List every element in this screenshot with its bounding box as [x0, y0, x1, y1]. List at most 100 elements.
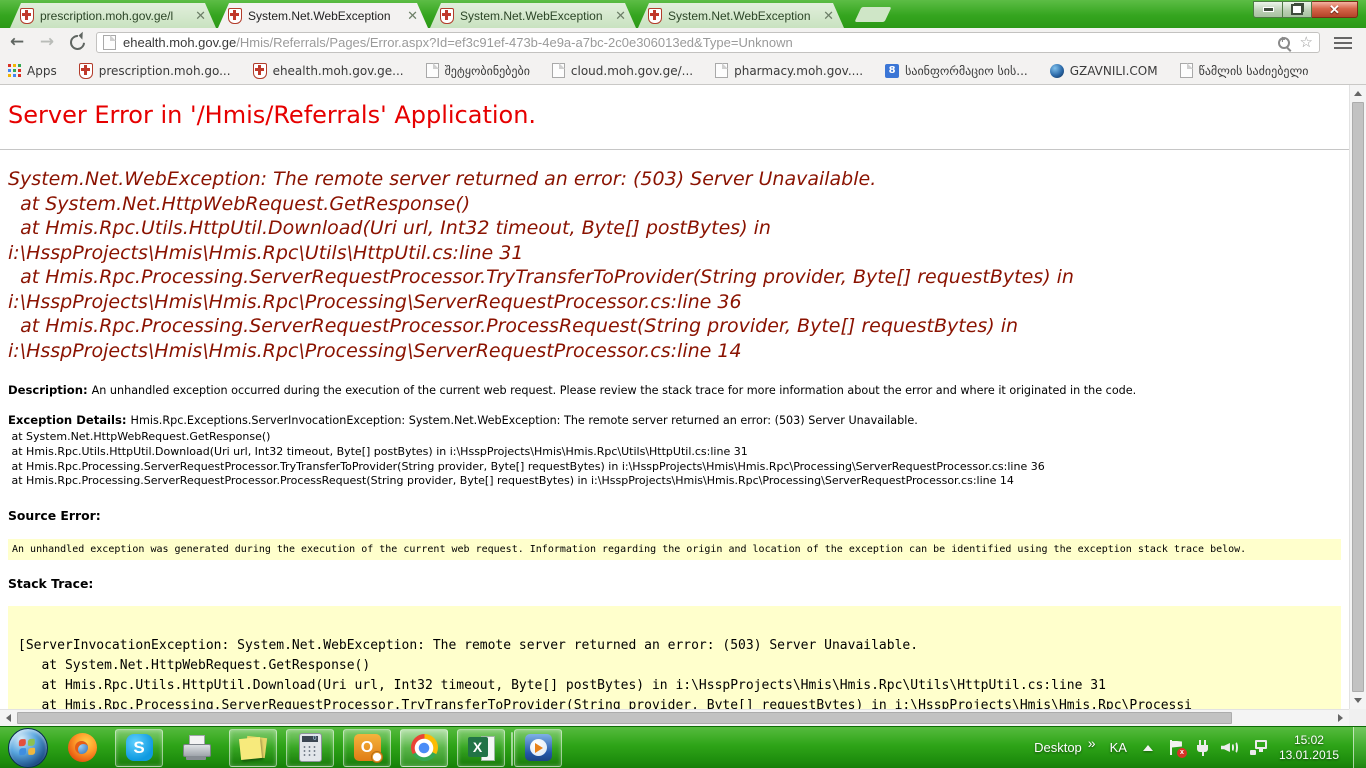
back-button[interactable]: ← — [4, 31, 30, 55]
dark-globe-favicon — [1050, 64, 1064, 78]
exception-message: System.Net.WebException: The remote serv… — [8, 167, 1341, 363]
action-center-flag-icon[interactable]: x — [1169, 740, 1184, 756]
show-hidden-icons-arrow[interactable] — [1143, 745, 1153, 751]
stack-line: at System.Net.HttpWebRequest.GetResponse… — [8, 430, 1341, 445]
scroll-right-arrow[interactable] — [1338, 714, 1343, 722]
tab-prescription[interactable]: prescription.moh.gov.ge/l ✕ — [10, 3, 216, 28]
vertical-scrollbar[interactable] — [1349, 85, 1366, 709]
description-row: Description:An unhandled exception occur… — [8, 383, 1341, 397]
tab-close-icon[interactable]: ✕ — [193, 9, 208, 22]
vertical-scroll-thumb[interactable] — [1352, 102, 1364, 692]
bookmark-prescription[interactable]: prescription.moh.go... — [79, 63, 231, 79]
remove-hardware-plug-icon[interactable] — [1196, 740, 1209, 756]
scrollbar-corner — [1349, 709, 1366, 726]
printer-icon — [181, 735, 211, 761]
browser-toolbar: ← → ehealth.moh.gov.ge/Hmis/Referrals/Pa… — [0, 28, 1366, 57]
reload-icon — [66, 32, 87, 53]
clock-date: 13.01.2015 — [1279, 748, 1339, 763]
exception-details-stack: at System.Net.HttpWebRequest.GetResponse… — [8, 430, 1341, 489]
description-text: An unhandled exception occurred during t… — [92, 384, 1137, 397]
taskbar-calculator-button[interactable]: 0 — [286, 729, 334, 767]
exception-details-text: Hmis.Rpc.Exceptions.ServerInvocationExce… — [131, 414, 918, 427]
apps-grid-icon[interactable] — [8, 64, 21, 77]
exception-line: at Hmis.Rpc.Utils.HttpUtil.Download(Uri … — [8, 216, 1341, 241]
taskbar-media-player-button[interactable] — [514, 729, 562, 767]
start-button[interactable] — [8, 728, 48, 768]
error-badge: x — [1177, 748, 1187, 758]
close-button[interactable]: ✕ — [1312, 1, 1358, 18]
tab-webexception-3[interactable]: System.Net.WebException ✕ — [638, 3, 844, 28]
taskbar: S 0 O X Desktop » KA x — [0, 726, 1366, 768]
scroll-up-arrow[interactable] — [1354, 91, 1362, 96]
exception-line: System.Net.WebException: The remote serv… — [8, 167, 1341, 192]
bookmark-cloud[interactable]: cloud.moh.gov.ge/... — [552, 63, 693, 78]
source-error-box: An unhandled exception was generated dur… — [8, 539, 1341, 560]
media-player-icon — [525, 734, 552, 761]
scroll-down-arrow[interactable] — [1354, 698, 1362, 703]
close-icon: ✕ — [1329, 3, 1340, 16]
horizontal-scrollbar[interactable] — [0, 709, 1349, 726]
minimize-button[interactable] — [1253, 1, 1283, 18]
exception-line: i:\HsspProjects\Hmis\Hmis.Rpc\Processing… — [8, 290, 1341, 315]
exception-details-label: Exception Details: — [8, 413, 127, 427]
language-indicator[interactable]: KA — [1110, 740, 1127, 755]
address-bar[interactable]: ehealth.moh.gov.ge/Hmis/Referrals/Pages/… — [96, 32, 1320, 53]
tab-webexception-active[interactable]: System.Net.WebException ✕ — [218, 3, 428, 28]
page-favicon — [426, 63, 439, 78]
bookmark-drug-search[interactable]: წამლის საძიებელი — [1180, 63, 1309, 78]
clock-time: 15:02 — [1279, 733, 1339, 748]
restore-button[interactable] — [1283, 1, 1312, 18]
bookmark-label: cloud.moh.gov.ge/... — [571, 64, 693, 78]
bookmark-star-icon[interactable]: ☆ — [1300, 35, 1313, 50]
horizontal-scroll-thumb[interactable] — [17, 712, 1232, 724]
minimize-icon — [1263, 7, 1274, 12]
url-domain: ehealth.moh.gov.ge — [123, 35, 236, 50]
bookmark-gzavnili[interactable]: GZAVNILI.COM — [1050, 64, 1158, 78]
taskbar-chrome-button[interactable] — [400, 729, 448, 767]
desktop-toolbar-chevron[interactable]: » — [1088, 735, 1096, 751]
url-text[interactable]: ehealth.moh.gov.ge/Hmis/Referrals/Pages/… — [123, 35, 1278, 50]
tab-close-icon[interactable]: ✕ — [613, 9, 628, 22]
taskbar-sticky-notes-button[interactable] — [229, 729, 277, 767]
taskbar-outlook-button[interactable]: O — [343, 729, 391, 767]
clock[interactable]: 15:02 13.01.2015 — [1279, 733, 1339, 763]
exception-line: at System.Net.HttpWebRequest.GetResponse… — [8, 192, 1341, 217]
reload-button[interactable] — [64, 31, 90, 55]
bookmark-ehealth[interactable]: ehealth.moh.gov.ge... — [253, 63, 404, 79]
forward-button[interactable]: → — [34, 31, 60, 55]
page-title: Server Error in '/Hmis/Referrals' Applic… — [8, 99, 1341, 132]
georgia-emblem-favicon — [440, 8, 454, 24]
stack-trace-line: at Hmis.Rpc.Utils.HttpUtil.Download(Uri … — [18, 676, 1331, 696]
bookmarks-bar: Apps prescription.moh.go... ehealth.moh.… — [0, 57, 1366, 85]
bookmark-label: შეტყობინებები — [445, 64, 530, 78]
volume-icon[interactable] — [1221, 740, 1238, 755]
desktop-toolbar-label[interactable]: Desktop — [1034, 740, 1082, 755]
bookmark-label: pharmacy.moh.gov.... — [734, 64, 863, 78]
bookmark-label: GZAVNILI.COM — [1070, 64, 1158, 78]
bookmark-info-system[interactable]: 8 საინფორმაციო სის... — [885, 64, 1028, 78]
taskbar-firefox-button[interactable] — [58, 729, 106, 767]
stack-trace-label: Stack Trace: — [8, 576, 1341, 591]
network-icon[interactable] — [1250, 740, 1267, 755]
tab-close-icon[interactable]: ✕ — [405, 9, 420, 22]
bookmark-pharmacy[interactable]: pharmacy.moh.gov.... — [715, 63, 863, 78]
taskbar-skype-button[interactable]: S — [115, 729, 163, 767]
exception-line: i:\HsspProjects\Hmis\Hmis.Rpc\Utils\Http… — [8, 241, 1341, 266]
tab-webexception-2[interactable]: System.Net.WebException ✕ — [430, 3, 636, 28]
scroll-left-arrow[interactable] — [6, 714, 11, 722]
stack-trace-line: at System.Net.HttpWebRequest.GetResponse… — [18, 656, 1331, 676]
apps-label[interactable]: Apps — [27, 64, 57, 78]
chrome-menu-button[interactable] — [1328, 31, 1358, 55]
page-icon[interactable] — [103, 35, 116, 50]
stack-line: at Hmis.Rpc.Processing.ServerRequestProc… — [8, 474, 1341, 489]
new-tab-button[interactable] — [855, 7, 892, 22]
tab-close-icon[interactable]: ✕ — [821, 9, 836, 22]
zoom-icon[interactable] — [1278, 37, 1290, 49]
show-desktop-button[interactable] — [1353, 727, 1366, 768]
bookmark-notifications[interactable]: შეტყობინებები — [426, 63, 530, 78]
sticky-notes-icon — [240, 735, 266, 761]
taskbar-excel-button[interactable]: X — [457, 729, 505, 767]
georgia-emblem-favicon — [79, 63, 93, 79]
back-icon: ← — [10, 34, 24, 51]
taskbar-printer-button[interactable] — [172, 729, 220, 767]
